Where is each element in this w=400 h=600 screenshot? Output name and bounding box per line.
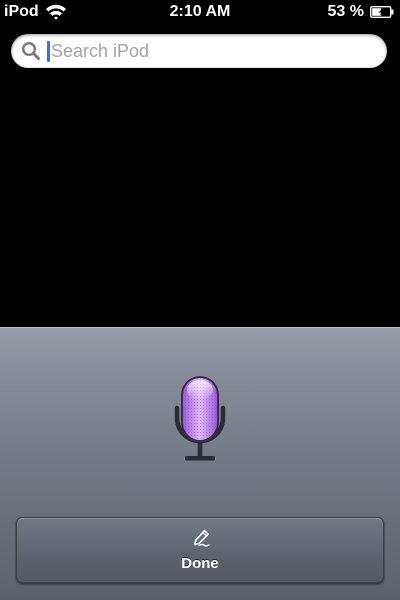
done-button-label: Done: [181, 555, 219, 572]
magnifying-glass-icon: [21, 41, 40, 60]
screen: iPod 2:10 AM 53 % Search iPod Done: [0, 0, 400, 600]
text-cursor: [47, 41, 50, 62]
battery-percent: 53 %: [327, 3, 364, 20]
search-results-area: [0, 77, 400, 327]
done-button[interactable]: Done: [16, 517, 384, 583]
battery-charging-icon: [370, 6, 394, 18]
search-field[interactable]: [11, 34, 387, 68]
microphone-icon[interactable]: [172, 374, 228, 468]
search-bar: [0, 25, 400, 77]
search-input[interactable]: [51, 34, 371, 68]
dictation-panel: Done: [0, 327, 400, 600]
pen-icon: [193, 529, 210, 547]
status-bar: iPod 2:10 AM 53 %: [0, 0, 400, 25]
